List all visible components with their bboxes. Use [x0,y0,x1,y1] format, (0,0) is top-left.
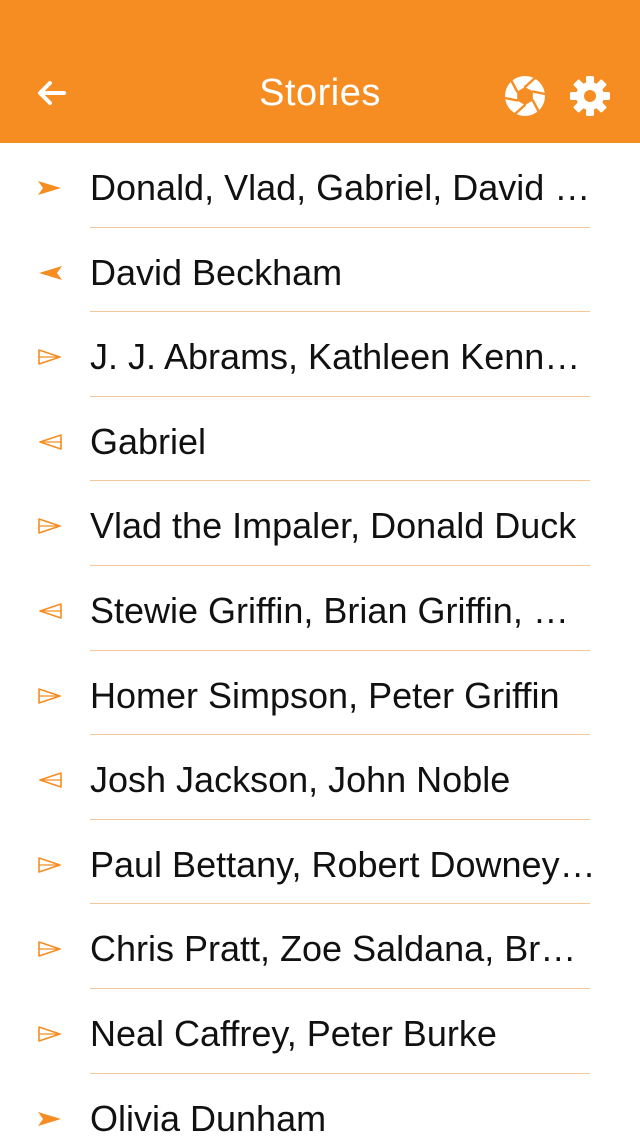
story-title: Homer Simpson, Peter Griffin [90,674,560,716]
received-outline-arrow-icon [39,433,62,450]
sent-outline-arrow-icon [38,941,61,958]
sent-outline-arrow-icon [38,1026,61,1042]
story-title: Chris Pratt, Zoe Saldana, Brad… [90,928,596,970]
story-row[interactable]: Chris Pratt, Zoe Saldana, Brad… [0,904,640,989]
story-row[interactable]: Donald, Vlad, Gabriel, David B… [0,143,640,228]
story-row[interactable]: Gabriel [0,397,640,482]
story-title: Olivia Dunham [90,1097,327,1136]
story-title: Neal Caffrey, Peter Burke [90,1012,497,1054]
story-row[interactable]: Olivia Dunham [0,1074,640,1136]
sent-filled-arrow-icon [38,181,61,195]
story-row[interactable]: Homer Simpson, Peter Griffin [0,651,640,736]
story-title: Donald, Vlad, Gabriel, David B… [90,167,596,208]
story-title: Vlad the Impaler, Donald Duck [90,505,577,547]
sent-outline-arrow-icon [38,856,61,873]
story-title: Josh Jackson, John Noble [90,759,511,801]
received-outline-arrow-icon [39,772,62,788]
story-row[interactable]: David Beckham [0,228,640,313]
sent-outline-arrow-icon [38,687,61,704]
camera-button[interactable] [501,72,549,120]
camera-aperture-icon [503,76,547,116]
story-row[interactable]: Paul Bettany, Robert Downey Jr [0,820,640,905]
story-title: J. J. Abrams, Kathleen Kennedy [90,336,596,378]
story-row[interactable]: Josh Jackson, John Noble [0,735,640,820]
story-row[interactable]: Vlad the Impaler, Donald Duck [0,481,640,566]
settings-button[interactable] [566,72,614,120]
received-filled-arrow-icon [39,265,62,280]
sent-outline-arrow-icon [38,349,61,365]
story-row[interactable]: J. J. Abrams, Kathleen Kennedy [0,312,640,397]
story-title: David Beckham [90,251,343,293]
gear-icon [570,76,610,116]
app-bar: Stories [0,0,640,143]
sent-filled-arrow-icon [38,1111,61,1126]
received-outline-arrow-icon [39,603,62,619]
story-title: Stewie Griffin, Brian Griffin, M… [90,589,596,631]
sent-outline-arrow-icon [38,518,61,535]
story-row[interactable]: Stewie Griffin, Brian Griffin, M… [0,566,640,651]
story-title: Gabriel [90,420,207,462]
story-title: Paul Bettany, Robert Downey Jr [90,843,596,885]
stories-list: Donald, Vlad, Gabriel, David B… David Bec… [0,143,640,1136]
story-row[interactable]: Neal Caffrey, Peter Burke [0,989,640,1074]
